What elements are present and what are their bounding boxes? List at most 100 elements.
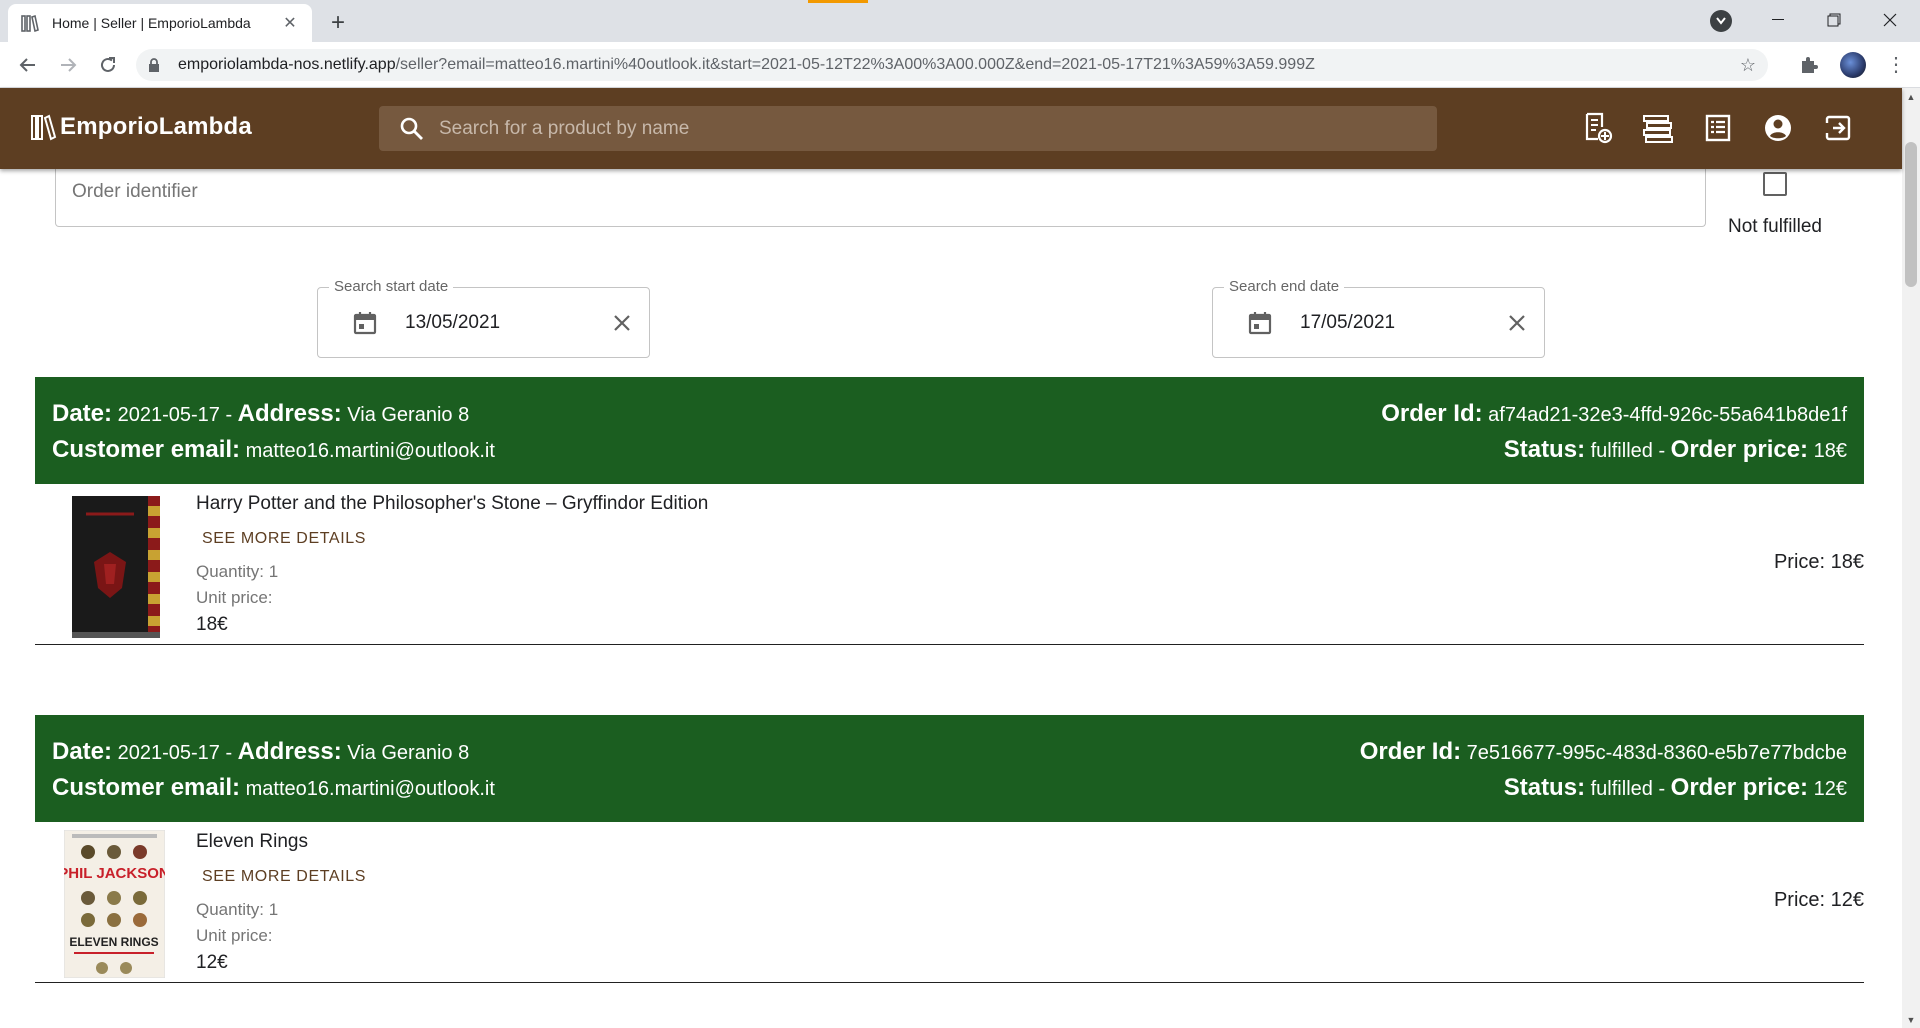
- order-id-label: Order Id:: [1359, 738, 1462, 765]
- order-id-label: Order Id:: [1381, 400, 1483, 427]
- add-product-icon[interactable]: [1580, 110, 1616, 146]
- menu-icon[interactable]: ⋮: [1884, 52, 1908, 78]
- cover-author: PHIL JACKSON: [64, 865, 165, 882]
- maximize-icon[interactable]: [1806, 0, 1862, 40]
- address-bar[interactable]: emporiolambda-nos.netlify.app/seller?ema…: [136, 49, 1768, 81]
- separator: -: [1652, 778, 1671, 800]
- harry-potter-cover-image[interactable]: [64, 492, 165, 640]
- order-status: fulfilled: [1590, 440, 1653, 462]
- item-price: Price: 12€: [1773, 889, 1864, 911]
- clear-end-date-icon[interactable]: [1505, 311, 1529, 335]
- clear-start-date-icon[interactable]: [610, 311, 634, 335]
- customer-email-label: Customer email:: [52, 436, 241, 463]
- order-card: Date: 2021-05-17 - Address: Via Geranio …: [35, 715, 1864, 983]
- order-customer: Customer email: matteo16.martini@outlook…: [52, 774, 495, 802]
- unit-price-label: Unit price:: [196, 926, 273, 945]
- order-date-address: Date: 2021-05-17 - Address: Via Geranio …: [52, 400, 469, 428]
- separator: -: [219, 742, 238, 764]
- quantity: Quantity: 1: [196, 562, 279, 581]
- unit-price-value: 18€: [196, 614, 228, 635]
- tab-indicator: [808, 0, 868, 3]
- product-title[interactable]: Eleven Rings: [196, 831, 308, 853]
- close-window-icon[interactable]: [1862, 0, 1918, 40]
- order-header: Date: 2021-05-17 - Address: Via Geranio …: [35, 377, 1864, 484]
- order-status: fulfilled: [1590, 778, 1653, 800]
- end-date-field[interactable]: Search end date 17/05/2021: [1212, 278, 1545, 358]
- order-id-input[interactable]: [72, 181, 1672, 203]
- order-card: Date: 2021-05-17 - Address: Via Geranio …: [35, 377, 1864, 645]
- end-date-value: 17/05/2021: [1300, 312, 1396, 333]
- star-icon[interactable]: ☆: [1738, 55, 1758, 75]
- orders-icon[interactable]: [1700, 110, 1736, 146]
- browser-tab[interactable]: Home | Seller | EmporioLambda ✕: [8, 4, 312, 42]
- quantity: Quantity: 1: [196, 900, 279, 919]
- order-id: af74ad21-32e3-4ffd-926c-55a641b8de1f: [1488, 404, 1847, 426]
- see-more-details-button[interactable]: SEE MORE DETAILS: [196, 866, 372, 888]
- scroll-thumb[interactable]: [1905, 142, 1917, 287]
- date-label: Date:: [52, 400, 113, 427]
- profile-avatar[interactable]: [1840, 52, 1866, 78]
- calendar-icon[interactable]: [1247, 310, 1273, 336]
- unit-price-value: 12€: [196, 952, 228, 973]
- separator: -: [1652, 440, 1671, 462]
- search-icon: [400, 117, 423, 140]
- account-icon[interactable]: [1760, 110, 1796, 146]
- forward-icon[interactable]: [54, 51, 82, 79]
- eleven-rings-cover-image[interactable]: PHIL JACKSON ELEVEN RINGS: [64, 830, 165, 978]
- not-fulfilled-label: Not fulfilled: [1728, 216, 1822, 237]
- tab-search-icon[interactable]: [1710, 10, 1732, 32]
- order-header: Date: 2021-05-17 - Address: Via Geranio …: [35, 715, 1864, 822]
- tab-close-icon[interactable]: ✕: [280, 13, 300, 33]
- extensions-icon[interactable]: [1798, 54, 1822, 78]
- new-tab-button[interactable]: +: [324, 9, 352, 37]
- start-date-label: Search start date: [329, 278, 454, 295]
- address-label: Address:: [237, 738, 342, 765]
- brand-name: EmporioLambda: [60, 113, 252, 140]
- customer-email: matteo16.martini@outlook.it: [245, 440, 495, 462]
- minimize-icon[interactable]: [1750, 0, 1806, 40]
- order-address: Via Geranio 8: [347, 404, 470, 426]
- app-header: EmporioLambda: [0, 88, 1902, 169]
- customer-email-label: Customer email:: [52, 774, 241, 801]
- page-scrollbar[interactable]: ▲ ▼: [1902, 88, 1920, 1028]
- status-label: Status:: [1503, 436, 1586, 463]
- date-label: Date:: [52, 738, 113, 765]
- browser-tab-strip: Home | Seller | EmporioLambda ✕ +: [0, 0, 1920, 42]
- not-fulfilled-checkbox[interactable]: [1763, 172, 1787, 196]
- status-label: Status:: [1503, 774, 1586, 801]
- customer-email: matteo16.martini@outlook.it: [245, 778, 495, 800]
- bookshelf-favicon: [20, 13, 40, 33]
- scroll-down-arrow-icon[interactable]: ▼: [1902, 1011, 1920, 1028]
- order-date: 2021-05-17: [117, 404, 220, 426]
- tab-title: Home | Seller | EmporioLambda: [52, 15, 251, 31]
- brand-logo[interactable]: EmporioLambda: [30, 112, 252, 142]
- bookshelf-logo-icon: [31, 114, 57, 141]
- product-title[interactable]: Harry Potter and the Philosopher's Stone…: [196, 493, 708, 515]
- search-input[interactable]: [439, 117, 1339, 140]
- end-date-label: Search end date: [1224, 278, 1345, 295]
- cover-title: ELEVEN RINGS: [69, 935, 158, 949]
- see-more-details-button[interactable]: SEE MORE DETAILS: [196, 528, 372, 550]
- product-search[interactable]: [379, 106, 1437, 151]
- unit-price-label: Unit price:: [196, 588, 273, 607]
- start-date-field[interactable]: Search start date 13/05/2021: [317, 278, 650, 358]
- order-date-address: Date: 2021-05-17 - Address: Via Geranio …: [52, 738, 469, 766]
- calendar-icon[interactable]: [352, 310, 378, 336]
- reload-icon[interactable]: [94, 51, 122, 79]
- order-price-label: Order price:: [1670, 774, 1809, 801]
- order-status-line: Status: fulfilled - Order price: 18€: [1504, 436, 1847, 464]
- catalog-icon[interactable]: [1640, 110, 1676, 146]
- separator: -: [219, 404, 238, 426]
- order-item: Harry Potter and the Philosopher's Stone…: [35, 484, 1864, 645]
- order-id-line: Order Id: af74ad21-32e3-4ffd-926c-55a641…: [1381, 400, 1847, 428]
- logout-icon[interactable]: [1820, 110, 1856, 146]
- order-customer: Customer email: matteo16.martini@outlook…: [52, 436, 495, 464]
- lock-icon: [148, 57, 164, 73]
- item-price: Price: 18€: [1773, 551, 1864, 573]
- browser-toolbar: emporiolambda-nos.netlify.app/seller?ema…: [0, 42, 1920, 88]
- order-price: 12€: [1813, 778, 1847, 800]
- order-address: Via Geranio 8: [347, 742, 470, 764]
- back-icon[interactable]: [14, 51, 42, 79]
- order-id-line: Order Id: 7e516677-995c-483d-8360-e5b7e7…: [1360, 738, 1847, 766]
- scroll-up-arrow-icon[interactable]: ▲: [1902, 88, 1920, 105]
